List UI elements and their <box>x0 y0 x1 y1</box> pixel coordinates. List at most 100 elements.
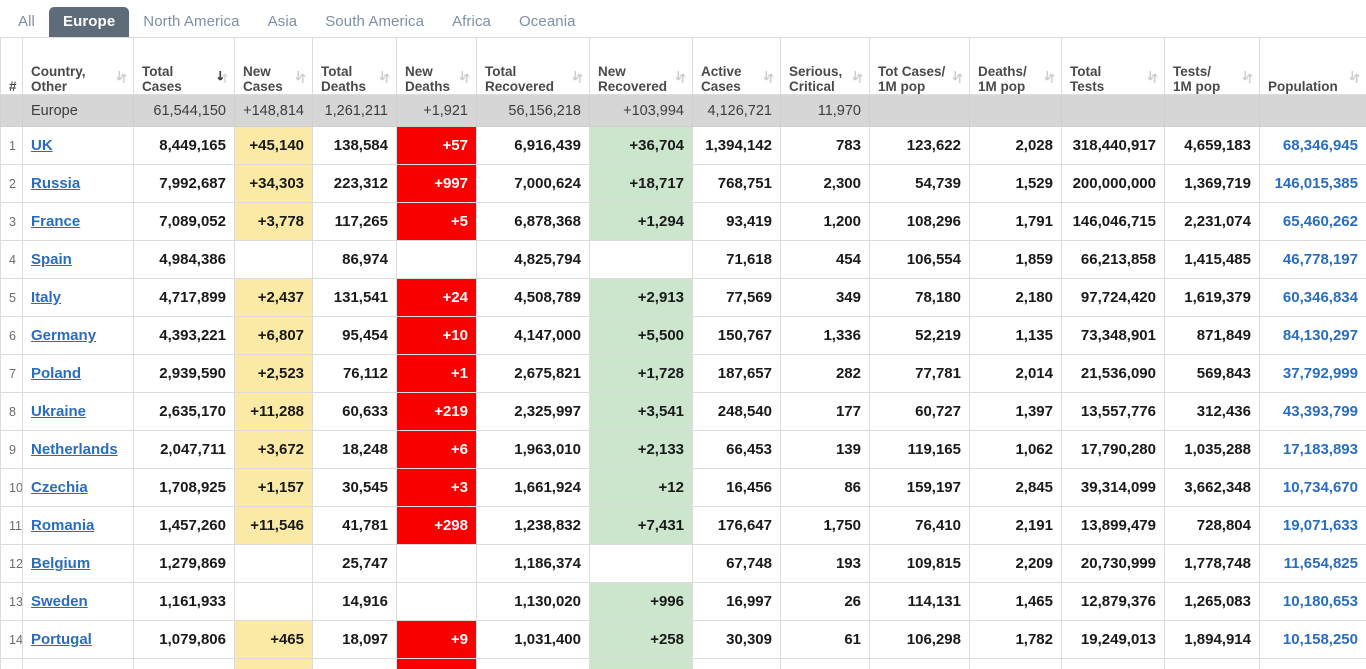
country-link[interactable]: UK <box>31 137 53 154</box>
country-link[interactable]: Poland <box>31 365 81 382</box>
cell-total_recovered: 1,963,010 <box>476 430 590 469</box>
cell-new_recovered <box>589 240 693 279</box>
cell-country[interactable]: France <box>22 202 134 241</box>
sort-arrows-icon[interactable] <box>952 70 963 84</box>
cell-population: 10,734,670 <box>1259 468 1366 507</box>
cell-total_deaths: 86,974 <box>312 240 397 279</box>
cell-new_recovered <box>589 544 693 583</box>
country-table-scroll-region[interactable]: # Country, Other Total Cases New Cases Total Dea… <box>0 37 1366 669</box>
cell-population: 43,393,799 <box>1259 392 1366 431</box>
column-header-total_recovered[interactable]: Total Recovered <box>476 37 590 95</box>
sort-arrows-icon[interactable] <box>217 70 228 84</box>
column-header-tot_cases_1m[interactable]: Tot Cases/1M pop <box>869 37 970 95</box>
cell-total_tests: 20,730,999 <box>1061 544 1165 583</box>
column-header-label-line1: Total <box>485 64 517 79</box>
column-header-serious_critical[interactable]: Serious, Critical <box>780 37 870 95</box>
sort-arrows-icon[interactable] <box>379 70 390 84</box>
column-header-population[interactable]: Population <box>1259 37 1366 95</box>
cell-tot_cases_1m: 78,180 <box>869 278 970 317</box>
cell-country[interactable]: Italy <box>22 278 134 317</box>
tab-europe[interactable]: Europe <box>48 7 130 37</box>
cell-country[interactable]: Poland <box>22 354 134 393</box>
column-header-label-line2: Critical <box>789 79 835 94</box>
cell-country[interactable]: Portugal <box>22 620 134 659</box>
sort-arrows-icon[interactable] <box>572 70 583 84</box>
sort-arrows-icon[interactable] <box>852 70 863 84</box>
country-link[interactable]: Romania <box>31 517 94 534</box>
column-header-rank[interactable]: # <box>0 37 23 95</box>
cell-rank: 5 <box>0 278 23 317</box>
column-header-label-line2: Deaths <box>321 79 367 94</box>
country-link[interactable]: Portugal <box>31 631 92 648</box>
cell-country[interactable]: Russia <box>22 164 134 203</box>
cell-active_cases: 30,309 <box>692 620 781 659</box>
sort-arrows-icon[interactable] <box>1044 70 1055 84</box>
column-header-total_cases[interactable]: Total Cases <box>133 37 235 95</box>
cell-total_tests: 73,348,901 <box>1061 316 1165 355</box>
country-link[interactable]: Russia <box>31 175 80 192</box>
cell-rank: 10 <box>0 468 23 507</box>
cell-new_recovered: +2,133 <box>589 430 693 469</box>
column-header-new_deaths[interactable]: New Deaths <box>396 37 477 95</box>
covid-statistics-page: All Europe North America Asia South America A… <box>0 0 1366 669</box>
tab-asia[interactable]: Asia <box>254 7 312 37</box>
cell-country[interactable]: Ukraine <box>22 392 134 431</box>
sort-arrows-icon[interactable] <box>116 70 127 84</box>
cell-country[interactable]: Czechia <box>22 468 134 507</box>
sort-arrows-icon[interactable] <box>1147 70 1158 84</box>
column-header-tests_1m[interactable]: Tests/1M pop <box>1164 37 1260 95</box>
cell-country[interactable]: Netherlands <box>22 430 134 469</box>
country-link[interactable]: Netherlands <box>31 441 118 458</box>
cell-country[interactable]: Germany <box>22 316 134 355</box>
sort-arrows-icon[interactable] <box>763 70 774 84</box>
cell-country[interactable]: Belgium <box>22 544 134 583</box>
sort-arrows-icon[interactable] <box>459 70 470 84</box>
cell-tot_cases_1m: 106,554 <box>869 240 970 279</box>
country-link[interactable]: Sweden <box>31 593 88 610</box>
column-header-total_deaths[interactable]: Total Deaths <box>312 37 397 95</box>
cell-total_deaths: 30,545 <box>312 468 397 507</box>
column-header-new_cases[interactable]: New Cases <box>234 37 313 95</box>
tab-north-america[interactable]: North America <box>129 7 253 37</box>
cell-population: 65,460,262 <box>1259 202 1366 241</box>
cell-serious_critical: 2,300 <box>780 164 870 203</box>
sort-arrows-icon[interactable] <box>1349 70 1360 84</box>
country-link[interactable]: France <box>31 213 80 230</box>
country-link[interactable]: Italy <box>31 289 61 306</box>
sort-arrows-icon[interactable] <box>675 70 686 84</box>
cell-rank: 9 <box>0 430 23 469</box>
cell-country[interactable]: UK <box>22 126 134 165</box>
tab-oceania[interactable]: Oceania <box>505 7 590 37</box>
cell-country[interactable]: Romania <box>22 506 134 545</box>
tab-africa[interactable]: Africa <box>438 7 505 37</box>
column-header-total_tests[interactable]: Total Tests <box>1061 37 1165 95</box>
tab-all[interactable]: All <box>4 7 49 37</box>
continent-tabs[interactable]: All Europe North America Asia South America A… <box>0 0 1366 37</box>
country-link[interactable]: Czechia <box>31 479 88 496</box>
cell-country[interactable]: Spain <box>22 240 134 279</box>
column-header-label-line2: Recovered <box>485 79 555 94</box>
cell-serious_critical: 86 <box>780 468 870 507</box>
sort-arrows-icon[interactable] <box>295 70 306 84</box>
cell-new_deaths <box>396 582 477 621</box>
cell-tests_1m: 1,619,379 <box>1164 278 1260 317</box>
sort-arrows-icon[interactable] <box>1242 70 1253 84</box>
column-header-new_recovered[interactable]: New Recovered <box>589 37 693 95</box>
table-row: 3 France 7,089,052 +3,778 117,265 +5 6,878,368… <box>0 202 1366 241</box>
column-header-active_cases[interactable]: Active Cases <box>692 37 781 95</box>
cell-country[interactable]: Sweden <box>22 582 134 621</box>
country-link[interactable]: Ukraine <box>31 403 86 420</box>
cell-rank: 8 <box>0 392 23 431</box>
country-link[interactable]: Germany <box>31 327 96 344</box>
cell-tests_1m: 728,804 <box>1164 506 1260 545</box>
tab-south-america[interactable]: South America <box>311 7 438 37</box>
cell-total_cases: 7,992,687 <box>133 164 235 203</box>
country-link[interactable]: Belgium <box>31 555 90 572</box>
column-header-deaths_1m[interactable]: Deaths/1M pop <box>969 37 1062 95</box>
cell-tot_cases_1m: 159,197 <box>869 468 970 507</box>
cell-tests_1m <box>1164 658 1260 669</box>
country-link[interactable]: Spain <box>31 251 72 268</box>
cell-total_recovered: 6,916,439 <box>476 126 590 165</box>
column-header-country[interactable]: Country, Other <box>22 37 134 95</box>
table-row: 8 Ukraine 2,635,170 +11,288 60,633 +219 2,325,… <box>0 392 1366 431</box>
